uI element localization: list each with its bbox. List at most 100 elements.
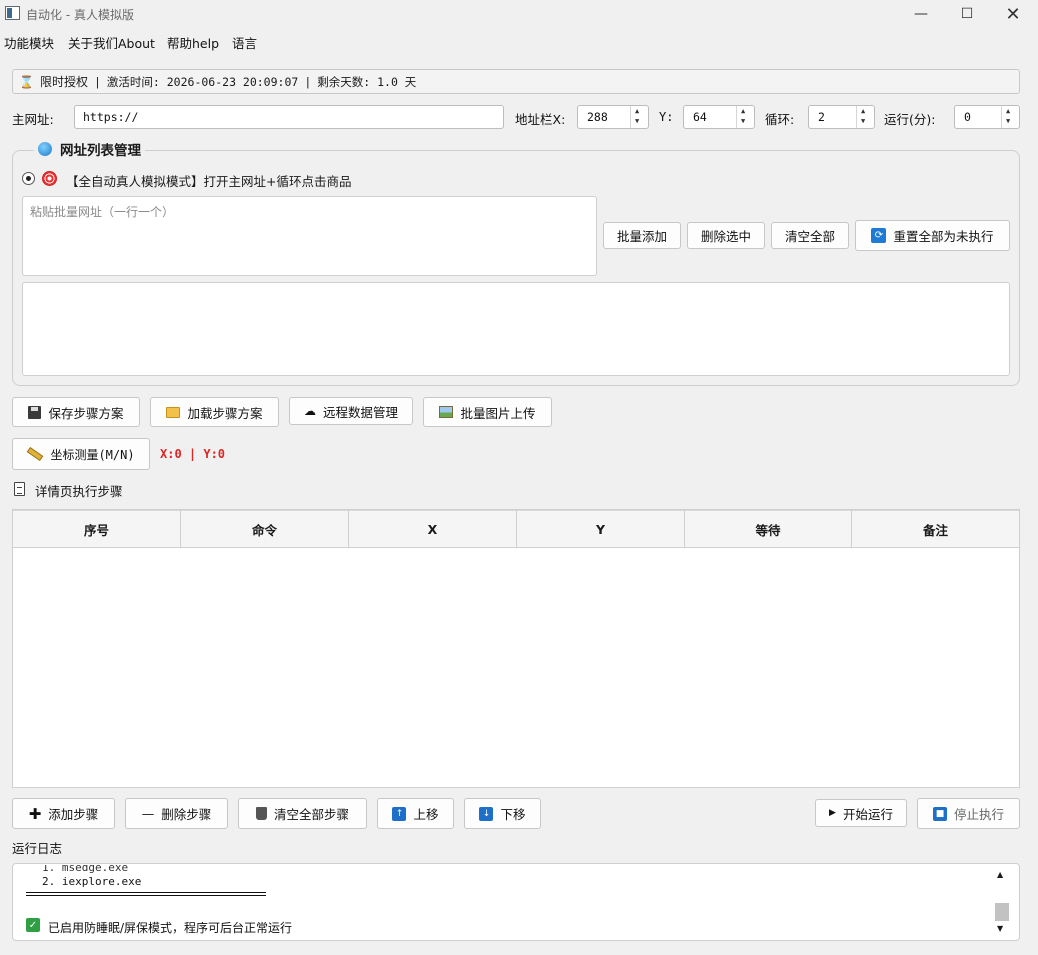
ruler-icon [27, 446, 44, 462]
address-y-spinbox[interactable]: 64 ▲ ▼ [683, 105, 755, 129]
log-scrollbar[interactable]: ▲ ▼ [994, 868, 1010, 938]
measure-coords-button[interactable]: 坐标测量(M/N) [12, 438, 150, 470]
scrollbar-thumb[interactable] [995, 903, 1009, 921]
move-down-label: 下移 [500, 807, 526, 822]
app-icon [5, 6, 20, 20]
measure-coords-label: 坐标测量(M/N) [50, 447, 135, 462]
log-output[interactable]: 1. msedge.exe 2. iexplore.exe 已启用防睡眠/屏保模… [12, 863, 1020, 941]
batch-upload-label: 批量图片上传 [460, 405, 536, 421]
column-header-wait[interactable]: 等待 [685, 510, 852, 548]
spin-arrows-icon[interactable]: ▲ ▼ [736, 106, 754, 128]
trash-icon [255, 807, 267, 820]
url-list-viewport [30, 287, 1002, 371]
checkmark-icon: ✓ [26, 918, 40, 932]
license-label: 限时授权 [39, 75, 88, 89]
menu-language[interactable]: 语言 [232, 33, 257, 52]
menu-features[interactable]: 功能模块 [4, 33, 54, 52]
loop-spinbox[interactable]: 2 ▲ ▼ [808, 105, 875, 129]
column-header-x[interactable]: X [349, 510, 517, 548]
scroll-up-icon[interactable]: ▲ [997, 870, 1003, 879]
address-x-label: 地址栏X: [515, 112, 566, 127]
log-line: 2. iexplore.exe [42, 875, 142, 888]
column-header-y[interactable]: Y [517, 510, 685, 548]
load-steps-button[interactable]: 加载步骤方案 [150, 397, 279, 427]
url-list-group-title: 网址列表管理 [34, 139, 145, 159]
remote-data-button[interactable]: ☁ 远程数据管理 [289, 397, 413, 425]
clear-steps-button[interactable]: 清空全部步骤 [238, 798, 367, 829]
loop-value: 2 [818, 110, 825, 124]
move-down-button[interactable]: ↓ 下移 [464, 798, 541, 829]
run-minutes-value: 0 [964, 110, 971, 124]
run-minutes-label: 运行(分): [884, 112, 936, 127]
batch-add-button[interactable]: 批量添加 [603, 222, 681, 249]
save-steps-button[interactable]: 保存步骤方案 [12, 397, 140, 427]
refresh-icon: ⟳ [871, 228, 887, 243]
folder-icon [166, 406, 181, 418]
remaining-days: 剩余天数: 1.0 天 [317, 74, 417, 89]
spin-arrows-icon[interactable]: ▲ ▼ [630, 106, 648, 128]
stop-run-button[interactable]: ■ 停止执行 [917, 798, 1020, 829]
plus-icon: ✚ [28, 804, 42, 823]
delete-step-button[interactable]: — 删除步骤 [125, 798, 228, 829]
column-header-command[interactable]: 命令 [181, 510, 349, 548]
loop-label: 循环: [765, 112, 795, 127]
address-y-value: 64 [693, 110, 707, 124]
batch-add-label: 批量添加 [616, 229, 667, 244]
steps-title: 详情页执行步骤 [35, 484, 123, 499]
address-x-spinbox[interactable]: 288 ▲ ▼ [577, 105, 649, 129]
run-minutes-spinbox[interactable]: 0 ▲ ▼ [954, 105, 1020, 129]
address-x-value: 288 [587, 110, 608, 124]
batch-url-placeholder: 粘贴批量网址（一行一个） [30, 205, 175, 219]
spin-arrows-icon[interactable]: ▲ ▼ [856, 106, 874, 128]
log-line: 1. msedge.exe [42, 865, 129, 874]
hourglass-icon: ⌛ [19, 74, 34, 89]
menu-about[interactable]: 关于我们About [68, 33, 155, 52]
remote-data-label: 远程数据管理 [322, 404, 398, 420]
delete-step-label: 删除步骤 [161, 807, 212, 822]
column-header-index[interactable]: 序号 [13, 510, 181, 548]
add-step-button[interactable]: ✚ 添加步骤 [12, 798, 115, 829]
delete-selected-button[interactable]: 删除选中 [687, 222, 765, 249]
start-run-button[interactable]: ▶ 开始运行 [815, 799, 907, 827]
close-button[interactable]: ✕ [990, 0, 1036, 28]
steps-table: 序号 命令 X Y 等待 备注 [12, 509, 1020, 788]
spin-arrows-icon[interactable]: ▲ ▼ [1001, 106, 1019, 128]
clear-all-button[interactable]: 清空全部 [771, 222, 849, 249]
mode-radio[interactable] [22, 172, 35, 185]
title-bar: 自动化 - 真人模拟版 — ☐ ✕ [0, 0, 1038, 28]
mode-label: 【全自动真人模拟模式】打开主网址+循环点击商品 [66, 174, 352, 189]
arrow-up-icon: ↑ [392, 806, 407, 821]
log-divider [26, 892, 266, 896]
document-icon [14, 482, 25, 496]
maximize-button[interactable]: ☐ [944, 0, 990, 28]
log-viewport: 1. msedge.exe 2. iexplore.exe 已启用防睡眠/屏保模… [14, 865, 1004, 939]
globe-icon [38, 142, 52, 156]
address-y-label: Y: [659, 110, 674, 124]
main-url-input[interactable]: https:// [74, 105, 504, 129]
cloud-icon: ☁ [303, 404, 316, 418]
coords-readout: X:0 | Y:0 [160, 447, 226, 461]
reset-all-button[interactable]: ⟳ 重置全部为未执行 [855, 220, 1010, 251]
minimize-button[interactable]: — [898, 0, 944, 28]
clear-all-label: 清空全部 [784, 229, 835, 244]
main-url-label: 主网址: [12, 112, 54, 127]
move-up-button[interactable]: ↑ 上移 [377, 798, 454, 829]
menu-help[interactable]: 帮助help [167, 33, 219, 52]
minus-icon: — [141, 806, 155, 821]
move-up-label: 上移 [413, 807, 439, 822]
activation-time: 激活时间: 2026-06-23 20:09:07 [106, 74, 299, 89]
start-run-label: 开始运行 [842, 806, 893, 822]
log-status-text: 已启用防睡眠/屏保模式，程序可后台正常运行 [48, 921, 293, 935]
group-title-text: 网址列表管理 [60, 143, 141, 159]
clear-steps-label: 清空全部步骤 [273, 807, 349, 822]
image-icon [439, 406, 454, 418]
load-steps-label: 加载步骤方案 [187, 405, 263, 421]
arrow-down-icon: ↓ [479, 806, 494, 821]
batch-upload-button[interactable]: 批量图片上传 [423, 397, 552, 427]
play-icon: ▶ [829, 808, 836, 818]
add-step-label: 添加步骤 [48, 807, 99, 822]
scroll-down-icon[interactable]: ▼ [997, 924, 1003, 933]
stop-run-label: 停止执行 [953, 807, 1004, 822]
column-header-note[interactable]: 备注 [852, 510, 1019, 548]
window-title: 自动化 - 真人模拟版 [26, 8, 134, 22]
